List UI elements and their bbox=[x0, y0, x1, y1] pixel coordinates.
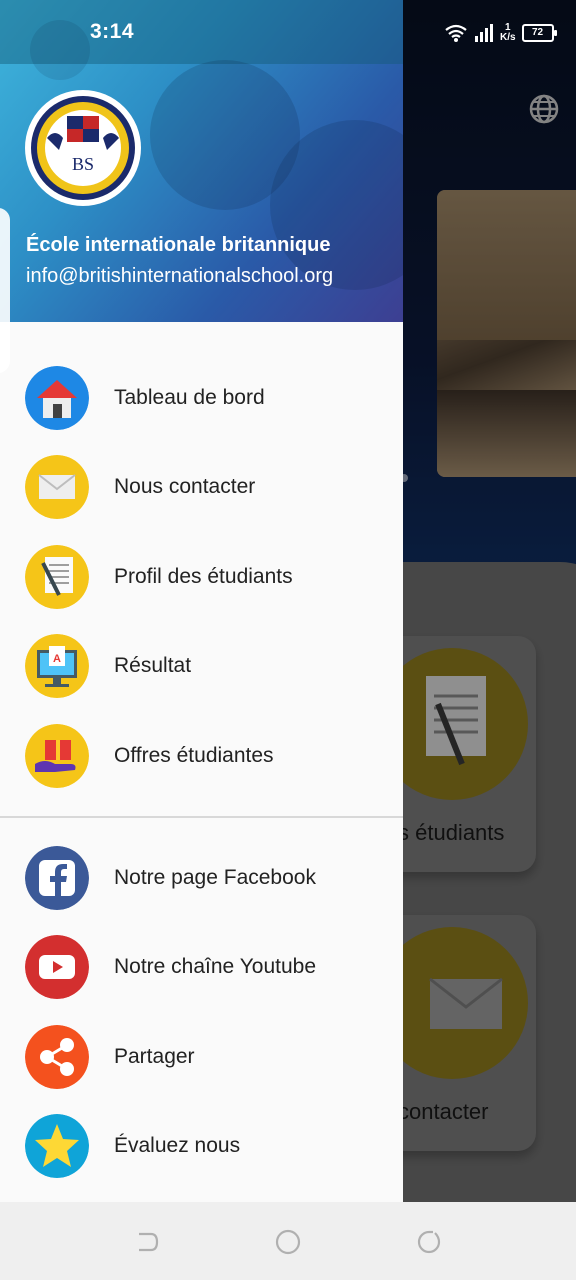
star-icon bbox=[25, 1114, 89, 1178]
menu-item-student-offers[interactable]: Offres étudiantes bbox=[0, 724, 403, 813]
drawer-edge-handle[interactable] bbox=[0, 208, 10, 373]
network-speed: 1 K/s bbox=[500, 22, 516, 43]
menu-label: Notre page Facebook bbox=[114, 866, 316, 889]
menu-label: Résultat bbox=[114, 654, 192, 677]
battery-icon: 72 bbox=[521, 24, 557, 42]
envelope-icon bbox=[25, 455, 89, 519]
menu-item-result[interactable]: A Résultat bbox=[0, 634, 403, 723]
notepad-icon bbox=[25, 545, 89, 609]
svg-text:BS: BS bbox=[72, 154, 94, 174]
menu-item-dashboard[interactable]: Tableau de bord bbox=[0, 366, 403, 455]
gift-hand-icon bbox=[25, 724, 89, 788]
school-name: École internationale britannique bbox=[26, 234, 331, 256]
status-time: 3:14 bbox=[90, 20, 135, 43]
menu-label: Offres étudiantes bbox=[114, 744, 274, 767]
school-logo: BS bbox=[25, 90, 141, 206]
wifi-icon bbox=[445, 24, 467, 42]
school-email: info@britishinternationalschool.org bbox=[26, 265, 334, 287]
status-icons: 1 K/s 72 bbox=[444, 20, 557, 46]
home-icon bbox=[25, 366, 89, 430]
menu-divider bbox=[0, 816, 403, 818]
navigation-drawer: BS École internationale britannique info… bbox=[0, 0, 403, 1202]
status-bar: 3:14 1 K/s 72 bbox=[0, 0, 576, 64]
youtube-icon bbox=[25, 935, 89, 999]
facebook-icon bbox=[25, 846, 89, 910]
result-screen-icon: A bbox=[25, 634, 89, 698]
menu-item-student-profile[interactable]: Profil des étudiants bbox=[0, 545, 403, 634]
signal-icon bbox=[475, 24, 493, 42]
menu-item-facebook[interactable]: Notre page Facebook bbox=[0, 846, 403, 935]
system-nav-bar bbox=[0, 1202, 576, 1280]
share-icon bbox=[25, 1025, 89, 1089]
svg-text:A: A bbox=[53, 653, 61, 665]
menu-item-share[interactable]: Partager bbox=[0, 1025, 403, 1114]
menu-item-rate-us[interactable]: Évaluez nous bbox=[0, 1114, 403, 1202]
back-icon[interactable] bbox=[133, 1228, 161, 1256]
menu-item-youtube[interactable]: Notre chaîne Youtube bbox=[0, 935, 403, 1024]
menu-label: Nous contacter bbox=[114, 475, 256, 498]
menu-label: Évaluez nous bbox=[114, 1134, 241, 1157]
menu-label: Tableau de bord bbox=[114, 386, 265, 409]
recent-apps-icon[interactable] bbox=[415, 1228, 443, 1256]
home-button-icon[interactable] bbox=[274, 1228, 302, 1256]
menu-item-contact[interactable]: Nous contacter bbox=[0, 455, 403, 544]
menu-label: Notre chaîne Youtube bbox=[114, 955, 317, 978]
menu-label: Profil des étudiants bbox=[114, 565, 293, 588]
menu-label: Partager bbox=[114, 1045, 195, 1068]
